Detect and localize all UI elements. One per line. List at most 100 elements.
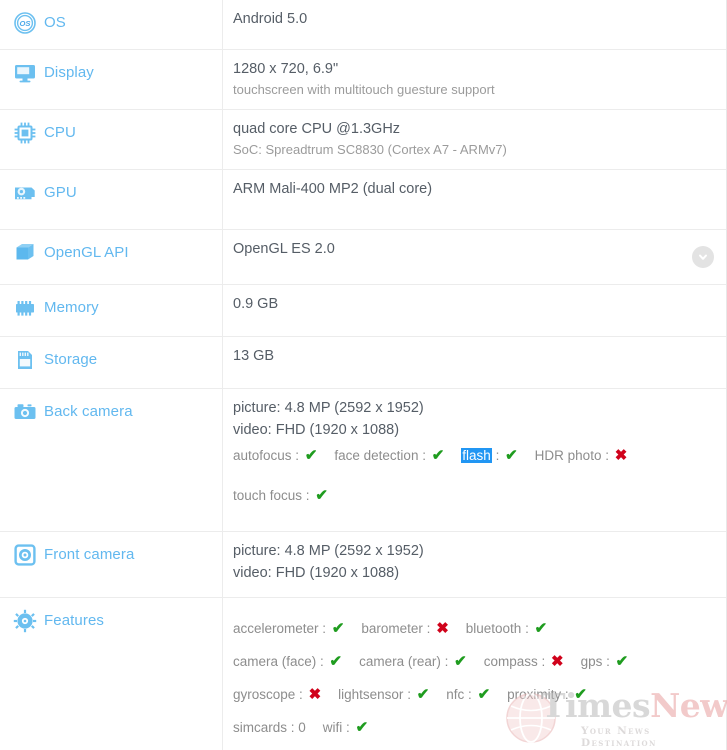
feature-item: proximity : ✔ [507, 686, 587, 703]
feature-name: face detection [334, 448, 419, 463]
spec-value-cell-os: Android 5.0 [223, 0, 726, 49]
spec-row-storage: Storage 13 GB [0, 337, 726, 389]
spec-label-cell-gpu: GPU [0, 170, 223, 229]
feature-value: ✔ [615, 653, 629, 670]
opengl-version: OpenGL ES 2.0 [233, 241, 335, 257]
back-camera-feature-line: autofocus : ✔ face detection : ✔ flash : ✔… [233, 443, 716, 469]
spec-label-cell-front-camera: Front camera [0, 532, 223, 597]
feature-name: HDR photo [534, 448, 602, 463]
feature-value: ✔ [505, 447, 518, 464]
feature-separator: : [291, 448, 303, 463]
back-camera-video: video: FHD (1920 x 1088) [233, 422, 400, 438]
spec-row-display: Display 1280 x 720, 6.9" touchscreen wit… [0, 50, 726, 110]
back-camera-icon [6, 397, 44, 427]
feature-name: accelerometer [233, 621, 319, 636]
spec-label-cpu: CPU [44, 124, 76, 141]
gpu-model: ARM Mali-400 MP2 (dual core) [233, 181, 433, 197]
spec-row-back-camera: Back camera picture: 4.8 MP (2592 x 1952… [0, 389, 726, 532]
feature-name: barometer [361, 621, 423, 636]
feature-name: gps [580, 654, 603, 669]
feature-item: simcards : 0 [233, 720, 306, 735]
feature-item: HDR photo : ✖ [534, 447, 628, 464]
svg-text:OS: OS [20, 19, 31, 28]
feature-item: wifi : ✔ [322, 719, 368, 736]
spec-row-opengl: OpenGL API OpenGL ES 2.0 [0, 230, 726, 285]
feature-value: ✔ [477, 686, 491, 703]
feature-name: touch focus [233, 488, 303, 503]
feature-item: nfc : ✔ [446, 686, 491, 703]
feature-value: ✖ [614, 447, 628, 464]
spec-value-cell-back-camera: picture: 4.8 MP (2592 x 1952) video: FHD… [223, 389, 726, 531]
spec-row-memory: Memory 0.9 GB [0, 285, 726, 337]
features-line: accelerometer : ✔ barometer : ✖ bluetooth … [233, 612, 716, 645]
feature-item: barometer : ✖ [361, 620, 449, 637]
feature-name: proximity [507, 687, 562, 702]
feature-name: simcards [233, 720, 288, 735]
feature-separator: : [287, 720, 299, 735]
feature-value: ✔ [454, 653, 467, 670]
feature-value: ✔ [574, 686, 587, 703]
spec-value-cell-storage: 13 GB [223, 337, 726, 388]
spec-label-cell-storage: Storage [0, 337, 223, 388]
cpu-soc: SoC: Spreadtrum SC8830 (Cortex A7 - ARMv… [233, 142, 507, 157]
feature-name: gyroscope [233, 687, 296, 702]
spec-value-cell-memory: 0.9 GB [223, 285, 726, 336]
display-touch-info: touchscreen with multitouch guesture sup… [233, 82, 495, 97]
front-camera-video: video: FHD (1920 x 1088) [233, 565, 400, 581]
spec-label-cell-cpu: CPU [0, 110, 223, 169]
feature-item: face detection : ✔ [334, 447, 444, 464]
spec-label-cell-back-camera: Back camera [0, 389, 223, 531]
feature-separator: : [602, 654, 614, 669]
feature-value: ✔ [315, 487, 328, 504]
back-camera-feature-list: autofocus : ✔ face detection : ✔ flash : ✔… [233, 443, 716, 509]
spec-label-back-camera: Back camera [44, 403, 133, 420]
feature-separator: : [491, 448, 504, 463]
feature-value: ✔ [329, 653, 343, 670]
feature-item: compass : ✖ [484, 653, 564, 670]
feature-item: autofocus : ✔ [233, 447, 318, 464]
front-camera-icon [6, 540, 44, 570]
spec-label-memory: Memory [44, 299, 99, 316]
feature-name: nfc [446, 687, 465, 702]
feature-name: camera (face) [233, 654, 317, 669]
spec-value-cell-front-camera: picture: 4.8 MP (2592 x 1952) video: FHD… [223, 532, 726, 597]
feature-separator: : [601, 448, 613, 463]
spec-label-cell-display: Display [0, 50, 223, 109]
spec-label-cell-features: Features [0, 598, 223, 750]
feature-value: 0 [298, 720, 306, 735]
spec-value-cell-display: 1280 x 720, 6.9" touchscreen with multit… [223, 50, 726, 109]
spec-label-os: OS [44, 14, 66, 31]
os-icon: OS [6, 8, 44, 38]
feature-separator: : [302, 488, 314, 503]
features-line: gyroscope : ✖ lightsensor : ✔ nfc : ✔ proxi… [233, 678, 716, 711]
memory-icon [6, 293, 44, 323]
spec-value-cell-gpu: ARM Mali-400 MP2 (dual core) [223, 170, 726, 229]
feature-separator: : [561, 687, 573, 702]
spec-label-gpu: GPU [44, 184, 77, 201]
display-resolution: 1280 x 720, 6.9" [233, 61, 339, 77]
feature-name: bluetooth [465, 621, 522, 636]
spec-label-features: Features [44, 612, 104, 629]
feature-item: gyroscope : ✖ [233, 686, 321, 703]
feature-separator: : [403, 687, 415, 702]
feature-value: ✔ [416, 686, 430, 703]
feature-value: ✖ [436, 620, 449, 637]
feature-value: ✔ [304, 447, 318, 464]
feature-name: autofocus [233, 448, 292, 463]
chevron-down-icon[interactable] [692, 246, 714, 268]
feature-name: wifi [322, 720, 343, 735]
feature-separator: : [440, 654, 453, 669]
feature-separator: : [537, 654, 550, 669]
feature-separator: : [521, 621, 533, 636]
feature-item: bluetooth : ✔ [465, 620, 547, 637]
back-camera-picture: picture: 4.8 MP (2592 x 1952) [233, 400, 424, 416]
spec-row-cpu: CPU quad core CPU @1.3GHz SoC: Spreadtru… [0, 110, 726, 170]
spec-label-front-camera: Front camera [44, 546, 135, 563]
feature-separator: : [422, 621, 435, 636]
memory-size: 0.9 GB [233, 296, 279, 312]
cpu-cores-clock: quad core CPU @1.3GHz [233, 121, 401, 137]
gpu-icon [6, 178, 44, 208]
spec-label-cell-opengl: OpenGL API [0, 230, 223, 284]
spec-row-gpu: GPU ARM Mali-400 MP2 (dual core) [0, 170, 726, 230]
